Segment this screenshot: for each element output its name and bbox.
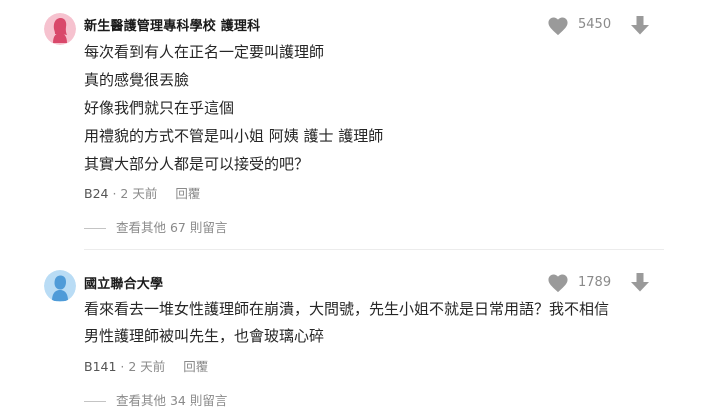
view-more-replies[interactable]: 查看其他 34 則留言 — [84, 390, 227, 409]
timestamp: 2 天前 — [120, 186, 158, 201]
comment-line: 好像我們就只在乎這個 — [84, 99, 235, 117]
reply-button[interactable]: 回覆 — [183, 359, 208, 374]
view-more-replies[interactable]: 查看其他 67 則留言 — [84, 217, 227, 236]
floor-number: B141 — [84, 359, 117, 374]
reply-button[interactable]: 回覆 — [175, 186, 200, 201]
comment-line: 看來看去一堆女性護理師在崩潰，大問號，先生小姐不就是日常用語？我不相信 — [84, 300, 610, 318]
view-more-label: 查看其他 34 則留言 — [116, 393, 228, 408]
avatar-female-icon — [44, 13, 76, 45]
floor-number: B24 — [84, 186, 109, 201]
like-count: 5450 — [578, 17, 612, 32]
avatar[interactable] — [44, 13, 76, 45]
arrow-down-icon[interactable] — [629, 14, 651, 36]
heart-icon[interactable] — [547, 16, 569, 36]
dash-divider — [84, 401, 106, 402]
comment-meta: B141 · 2 天前 回覆 — [84, 356, 208, 375]
arrow-down-icon[interactable] — [629, 271, 651, 293]
comment-meta: B24 · 2 天前 回覆 — [84, 183, 200, 202]
comment-line: 真的感覺很丟臉 — [84, 71, 190, 89]
avatar[interactable] — [44, 270, 76, 302]
avatar-male-icon — [44, 270, 76, 302]
like-count: 1789 — [578, 275, 612, 290]
comment-line: 其實大部分人都是可以接受的吧？ — [84, 155, 310, 173]
author-name[interactable]: 國立聯合大學 — [84, 273, 163, 292]
dash-divider — [84, 228, 106, 229]
heart-icon[interactable] — [547, 273, 569, 293]
comment-line: 每次看到有人在正名一定要叫護理師 — [84, 43, 325, 61]
author-name[interactable]: 新生醫護管理專科學校 護理科 — [84, 15, 260, 34]
view-more-label: 查看其他 67 則留言 — [116, 220, 228, 235]
comment-line: 男性護理師被叫先生，也會玻璃心碎 — [84, 327, 325, 345]
timestamp: 2 天前 — [128, 359, 166, 374]
comment-divider — [84, 249, 664, 250]
comment-line: 用禮貌的方式不管是叫小姐 阿姨 護士 護理師 — [84, 127, 384, 145]
